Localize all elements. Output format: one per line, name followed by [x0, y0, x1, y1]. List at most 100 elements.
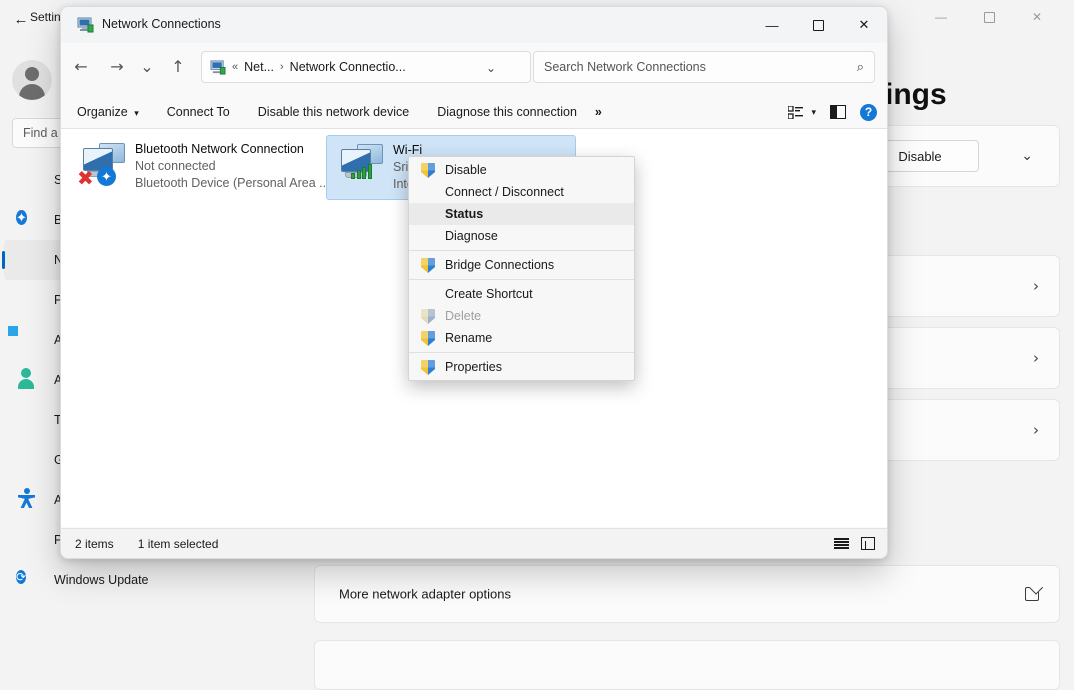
avatar: [12, 60, 52, 100]
shield-icon: [421, 331, 435, 346]
context-menu-item-label: Properties: [445, 360, 502, 374]
search-icon: ⌕: [857, 60, 864, 75]
more-network-adapter-options-label: More network adapter options: [339, 587, 511, 602]
network-adapter-disconnected-icon: ✖ ✦: [77, 141, 129, 187]
gaming-icon: [16, 448, 40, 472]
connection-status: Not connected: [135, 158, 330, 175]
chevron-right-icon[interactable]: ›: [1033, 421, 1039, 439]
context-menu-item-label: Status: [445, 207, 483, 221]
context-menu-separator: [409, 279, 634, 280]
breadcrumb-item-1[interactable]: Net...: [244, 60, 274, 74]
account-block[interactable]: [12, 60, 64, 100]
context-menu-item-diagnose[interactable]: Diagnose: [409, 225, 634, 247]
settings-maximize-button[interactable]: [970, 0, 1008, 34]
context-menu-item-disable[interactable]: Disable: [409, 159, 634, 181]
context-menu-item-delete: Delete: [409, 305, 634, 327]
accessibility-icon: [16, 488, 40, 512]
tile-view-icon[interactable]: [861, 537, 875, 550]
connect-to-button[interactable]: Connect To: [167, 105, 230, 119]
explorer-status-bar: 2 items 1 item selected: [61, 528, 887, 558]
address-dropdown-icon[interactable]: ⌄: [486, 61, 496, 75]
context-menu-separator: [409, 352, 634, 353]
personalization-icon: [16, 288, 40, 312]
up-button[interactable]: ↑: [162, 50, 194, 82]
context-menu-separator: [409, 250, 634, 251]
page-title: ings: [885, 78, 947, 112]
chevron-down-icon[interactable]: ⌄: [1021, 148, 1033, 164]
forward-button[interactable]: →: [101, 50, 133, 82]
organize-label: Organize: [77, 105, 128, 119]
time-icon: [16, 408, 40, 432]
address-bar-icon: [210, 60, 226, 75]
status-view-buttons: [834, 537, 875, 550]
context-menu-item-connect-disconnect[interactable]: Connect / Disconnect: [409, 181, 634, 203]
settings-minimize-button[interactable]: —: [922, 0, 960, 34]
more-network-adapter-options-card[interactable]: More network adapter options: [314, 565, 1060, 623]
recent-locations-button[interactable]: ⌄: [131, 50, 163, 82]
external-link-icon: [1025, 587, 1039, 601]
search-placeholder: Search Network Connections: [544, 60, 706, 74]
organize-menu-button[interactable]: Organize ▾: [77, 105, 139, 119]
network-icon: [16, 248, 40, 272]
back-button[interactable]: ←: [65, 50, 97, 82]
explorer-minimize-button[interactable]: —: [749, 7, 795, 43]
accounts-icon: [16, 368, 40, 392]
shield-icon: [421, 309, 435, 324]
system-icon: [16, 168, 40, 192]
list-view-icon[interactable]: [834, 538, 849, 549]
address-bar[interactable]: « Net... › Network Connectio... ⌄: [201, 51, 531, 83]
context-menu-item-rename[interactable]: Rename: [409, 327, 634, 349]
explorer-window-title: Network Connections: [102, 17, 221, 31]
apps-icon: [16, 328, 40, 352]
explorer-close-button[interactable]: ✕: [841, 7, 887, 43]
network-adapter-wifi-icon: [335, 142, 387, 188]
context-menu: Disable Connect / Disconnect Status Diag…: [408, 156, 635, 381]
context-menu-item-label: Disable: [445, 163, 487, 177]
context-menu-item-create-shortcut[interactable]: Create Shortcut: [409, 283, 634, 305]
connection-device: Bluetooth Device (Personal Area ...: [135, 175, 330, 192]
more-commands-button[interactable]: »: [595, 105, 602, 119]
diagnose-connection-button[interactable]: Diagnose this connection: [437, 105, 577, 119]
list-item[interactable]: ✖ ✦ Bluetooth Network Connection Not con…: [69, 135, 327, 198]
shield-icon: [421, 360, 435, 375]
view-options-icon[interactable]: [788, 106, 803, 119]
sidebar-item-label: Windows Update: [54, 573, 149, 587]
help-icon[interactable]: ?: [860, 104, 877, 121]
connection-name: Bluetooth Network Connection: [135, 141, 330, 158]
settings-close-button[interactable]: ✕: [1018, 0, 1056, 34]
bluetooth-icon: ✦: [16, 208, 40, 232]
selection-count: 1 item selected: [138, 537, 219, 551]
explorer-maximize-button[interactable]: [795, 7, 841, 43]
explorer-command-bar: Organize ▾ Connect To Disable this netwo…: [61, 95, 887, 129]
settings-card-bottom[interactable]: [314, 640, 1060, 690]
disable-network-device-button[interactable]: Disable this network device: [258, 105, 409, 119]
context-menu-item-label: Connect / Disconnect: [445, 185, 564, 199]
search-input[interactable]: Search Network Connections ⌕: [533, 51, 875, 83]
preview-pane-icon[interactable]: [830, 105, 846, 119]
context-menu-item-properties[interactable]: Properties: [409, 356, 634, 378]
explorer-titlebar[interactable]: Network Connections — ✕: [61, 7, 887, 43]
view-dropdown-icon[interactable]: ▾: [811, 107, 816, 118]
sidebar-item-windows-update[interactable]: ⟳ Windows Update: [4, 560, 296, 600]
explorer-navigation-bar: ← → ⌄ ↑ « Net... › Network Connectio... …: [61, 43, 887, 95]
context-menu-item-label: Create Shortcut: [445, 287, 533, 301]
chevron-right-icon[interactable]: ›: [1033, 349, 1039, 367]
privacy-icon: [16, 528, 40, 552]
shield-icon: [421, 163, 435, 178]
breadcrumb-overflow-icon[interactable]: «: [232, 61, 238, 73]
shield-icon: [421, 258, 435, 273]
breadcrumb-item-2[interactable]: Network Connectio...: [290, 60, 406, 74]
windows-update-icon: ⟳: [16, 568, 40, 592]
context-menu-item-bridge-connections[interactable]: Bridge Connections: [409, 254, 634, 276]
command-bar-right: ▾ ?: [788, 95, 877, 129]
chevron-down-icon: ▾: [134, 108, 139, 118]
context-menu-item-label: Rename: [445, 331, 492, 345]
context-menu-item-label: Delete: [445, 309, 481, 323]
context-menu-item-label: Bridge Connections: [445, 258, 554, 272]
network-connections-icon: [77, 17, 94, 33]
chevron-right-icon[interactable]: ›: [1033, 277, 1039, 295]
context-menu-item-status[interactable]: Status: [409, 203, 634, 225]
items-count: 2 items: [75, 537, 114, 551]
context-menu-item-label: Diagnose: [445, 229, 498, 243]
breadcrumb-separator-icon: ›: [280, 61, 284, 73]
